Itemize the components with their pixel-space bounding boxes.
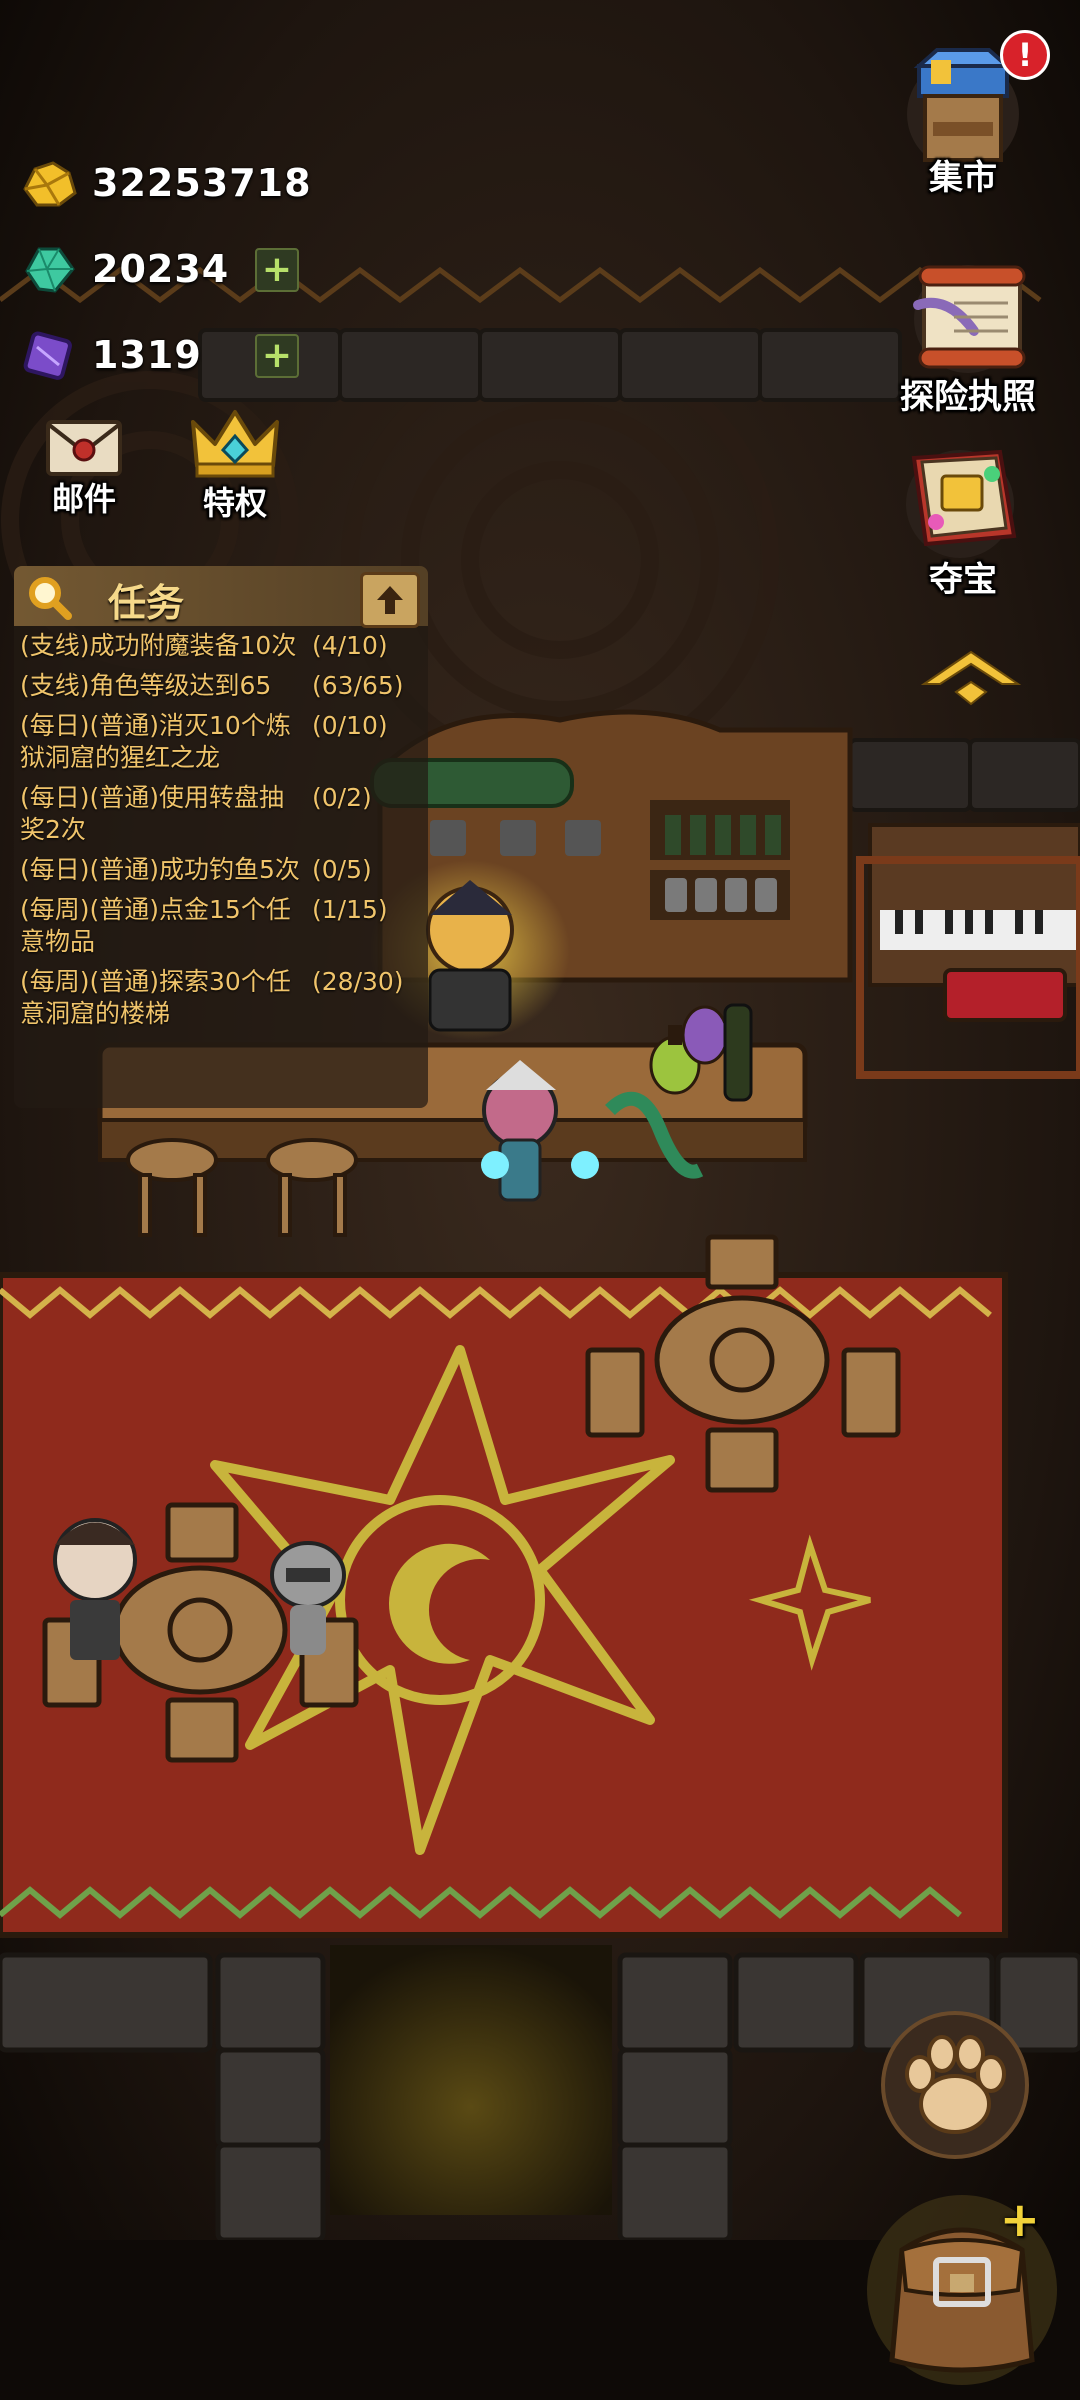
gold-counter: 32253718 — [18, 148, 312, 218]
crystal-amount: 1319 — [92, 333, 202, 377]
gem-amount: 20234 — [92, 247, 230, 291]
mail-button[interactable]: 邮件 — [34, 414, 134, 520]
task-panel-title: 任务 — [108, 581, 185, 625]
collapse-task-button[interactable] — [360, 572, 420, 628]
mail-label: 邮件 — [51, 480, 116, 518]
gem-counter: 20234 — [18, 234, 229, 304]
task-panel[interactable]: 任务 (支线)成功附魔装备10次 (4/10) (支线)角色等级达到65 (63/65… — [14, 566, 428, 1108]
magnifier-icon — [29, 577, 72, 620]
market-label: 集市 — [929, 158, 997, 198]
task-progress: (0/10) — [312, 711, 388, 740]
task-progress: (1/15) — [312, 895, 388, 924]
task-description: (支线)角色等级达到65 — [20, 671, 272, 700]
task-description: (每日)(普通)成功钓鱼5次 — [20, 855, 300, 884]
task-item[interactable]: (每周)(普通)点金15个任意物品 (1/15) — [14, 890, 428, 962]
expand-menu-button[interactable] — [916, 640, 1026, 710]
task-item[interactable]: (每日)(普通)使用转盘抽奖2次 (0/2) — [14, 778, 428, 850]
treasure-label: 夺宝 — [929, 560, 997, 600]
treasure-button[interactable]: 夺宝 — [888, 428, 1038, 601]
purple-crystal-icon — [18, 324, 80, 386]
task-progress: (28/30) — [312, 967, 404, 996]
task-progress: (4/10) — [312, 631, 388, 660]
crystal-counter: 1319 — [18, 320, 202, 390]
task-item[interactable]: (每日)(普通)消灭10个炼狱洞窟的猩红之龙 (0/10) — [14, 706, 428, 778]
treasure-book-icon — [906, 449, 1017, 558]
task-list: (支线)成功附魔装备10次 (4/10) (支线)角色等级达到65 (63/65) (每… — [14, 626, 428, 1034]
green-gem-icon — [18, 238, 80, 300]
backpack-plus-badge: + — [999, 2192, 1040, 2248]
exclamation-icon: ! — [1017, 36, 1033, 74]
market-alert-badge: ! — [1000, 30, 1050, 80]
task-progress: (0/2) — [312, 783, 372, 812]
pet-button[interactable] — [880, 2010, 1030, 2160]
task-panel-header: 任务 — [14, 566, 428, 628]
task-description: (每日)(普通)消灭10个炼狱洞窟的猩红之龙 — [20, 711, 291, 772]
gold-amount: 32253718 — [92, 161, 312, 205]
adventure-license-button[interactable]: 探险执照 — [888, 245, 1048, 418]
chevron-up-icon — [920, 650, 1022, 706]
backpack-button[interactable]: + — [862, 2180, 1062, 2390]
task-description: (支线)成功附魔装备10次 — [20, 631, 297, 660]
privilege-button[interactable]: 特权 — [180, 404, 290, 524]
arrow-up-icon — [377, 586, 403, 614]
task-item[interactable]: (支线)成功附魔装备10次 (4/10) — [14, 626, 428, 666]
adventure-license-label: 探险执照 — [900, 377, 1036, 417]
mail-envelope-icon — [46, 420, 122, 476]
task-description: (每周)(普通)点金15个任意物品 — [20, 895, 291, 956]
task-progress: (0/5) — [312, 855, 372, 884]
privilege-label: 特权 — [202, 484, 267, 522]
crown-icon — [191, 410, 279, 478]
task-description: (每周)(普通)探索30个任意洞窟的楼梯 — [20, 967, 291, 1028]
paw-icon — [881, 2011, 1029, 2159]
task-item[interactable]: (每日)(普通)成功钓鱼5次 (0/5) — [14, 850, 428, 890]
gold-ore-icon — [18, 152, 80, 214]
add-crystals-button[interactable]: + — [255, 334, 299, 378]
barkeeper — [426, 880, 514, 1032]
scroll-quill-icon — [913, 265, 1026, 373]
task-item[interactable]: (支线)角色等级达到65 (63/65) — [14, 666, 428, 706]
task-description: (每日)(普通)使用转盘抽奖2次 — [20, 783, 285, 844]
doorway — [330, 1945, 612, 2215]
task-progress: (63/65) — [312, 671, 404, 700]
add-gems-button[interactable]: + — [255, 248, 299, 292]
task-item[interactable]: (每周)(普通)探索30个任意洞窟的楼梯 (28/30) — [14, 962, 428, 1034]
